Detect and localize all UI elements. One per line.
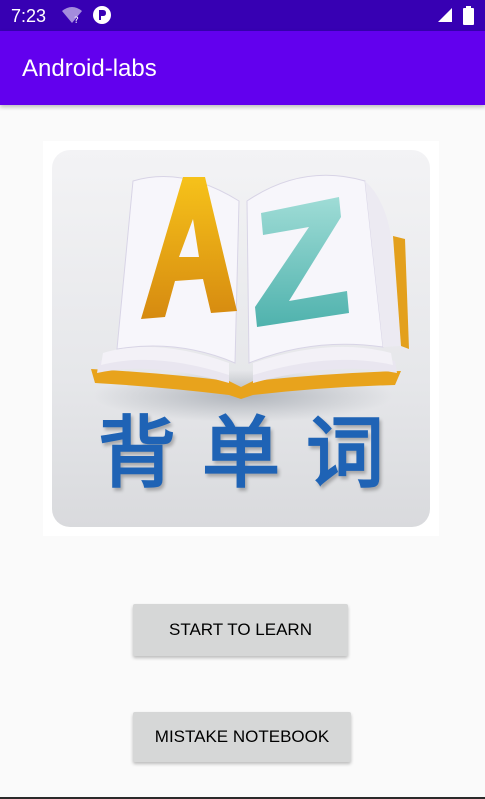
app-logo-image: 背单词 (43, 141, 439, 536)
app-bar: Android-labs (0, 31, 485, 105)
status-time: 7:23 (11, 6, 47, 26)
status-bar: 7:23 ? (0, 0, 485, 31)
wifi-question-icon: ? (61, 6, 83, 29)
battery-icon (463, 6, 474, 30)
mistake-notebook-button[interactable]: MISTAKE NOTEBOOK (133, 712, 351, 762)
notification-p-icon (92, 5, 112, 30)
app-title: Android-labs (22, 55, 157, 82)
svg-text:?: ? (74, 16, 79, 24)
cell-signal-icon (437, 7, 453, 28)
logo-caption: 背单词 (97, 409, 410, 499)
start-to-learn-button[interactable]: START TO LEARN (133, 604, 348, 656)
